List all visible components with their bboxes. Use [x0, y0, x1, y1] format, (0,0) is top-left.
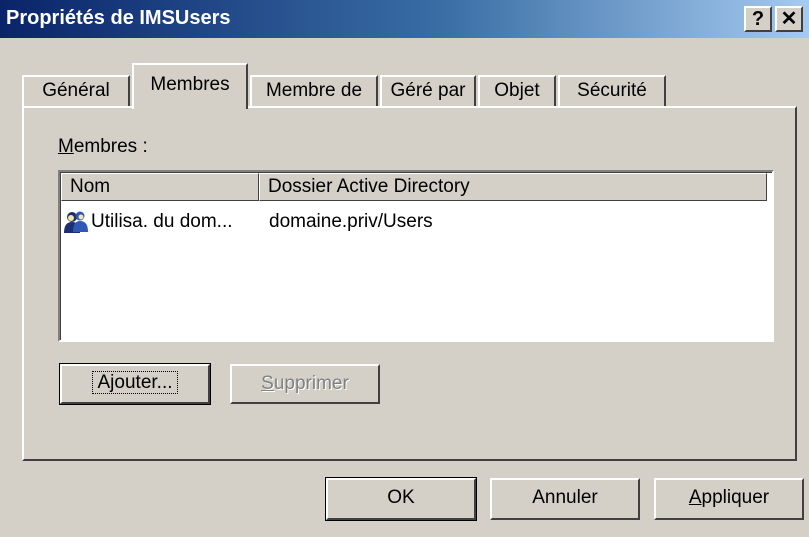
- help-button[interactable]: ?: [744, 6, 772, 32]
- members-list[interactable]: Nom Dossier Active Directory Utilisa. du…: [58, 170, 774, 342]
- user-group-icon: [63, 210, 89, 234]
- column-header-dossier[interactable]: Dossier Active Directory: [259, 173, 767, 201]
- add-button[interactable]: Ajouter...: [59, 363, 211, 405]
- ok-button[interactable]: OK: [325, 477, 477, 521]
- window-title: Propriétés de IMSUsers: [6, 7, 231, 29]
- title-bar[interactable]: Propriétés de IMSUsers ? ✕: [0, 0, 809, 38]
- members-label: Membres :: [58, 136, 148, 157]
- membres-panel: Membres : Nom Dossier Active Directory U…: [22, 106, 797, 461]
- column-header-nom[interactable]: Nom: [61, 173, 259, 201]
- tab-membre-de[interactable]: Membre de: [250, 75, 378, 107]
- member-folder: domaine.priv/Users: [269, 211, 433, 232]
- close-button[interactable]: ✕: [775, 6, 803, 32]
- tab-securite[interactable]: Sécurité: [558, 75, 666, 107]
- cancel-button[interactable]: Annuler: [490, 478, 640, 520]
- apply-button[interactable]: Appliquer: [654, 478, 804, 520]
- member-name: Utilisa. du dom...: [91, 211, 233, 232]
- tab-objet[interactable]: Objet: [478, 75, 556, 107]
- remove-button[interactable]: Supprimer: [230, 364, 380, 404]
- list-item[interactable]: Utilisa. du dom... domaine.priv/Users: [63, 209, 723, 235]
- tab-gere-par[interactable]: Géré par: [380, 75, 476, 107]
- tab-membres[interactable]: Membres: [132, 63, 248, 109]
- tab-general[interactable]: Général: [22, 75, 130, 107]
